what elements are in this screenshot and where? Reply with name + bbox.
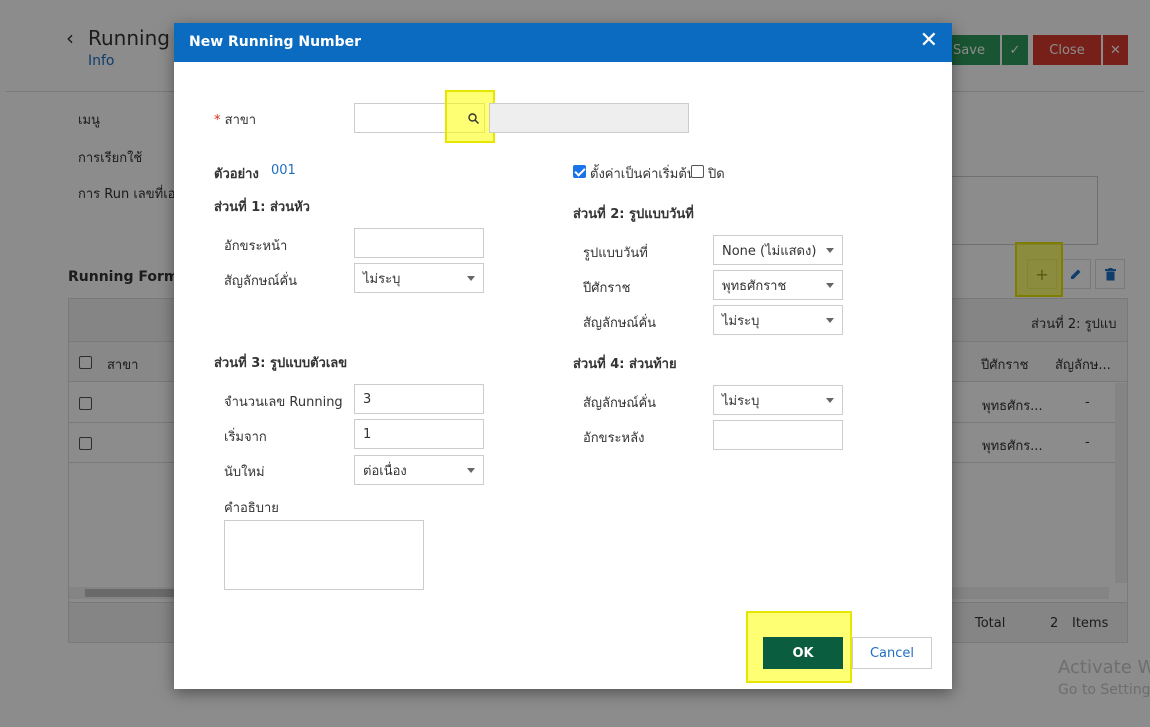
close-checkbox-label[interactable]: ปิด (708, 163, 725, 184)
digits-label: จำนวนเลข Running (224, 395, 343, 410)
description-label: คำอธิบาย (224, 501, 279, 516)
suffix-label: อักขระหลัง (583, 431, 645, 446)
date-format-label: รูปแบบวันที่ (583, 246, 648, 261)
example-label: ตัวอย่าง (214, 167, 259, 182)
default-checkbox[interactable] (573, 165, 586, 178)
part2-separator-label: สัญลักษณ์คั่น (583, 316, 657, 331)
suffix-input[interactable] (713, 420, 843, 450)
new-running-number-dialog: New Running Number ✕ * สาขา ตัวอย่าง 001… (174, 23, 952, 689)
part1-separator-value: ไม่ระบุ (363, 271, 401, 287)
era-value: พุทธศักราช (722, 278, 787, 294)
ok-button[interactable]: OK (763, 637, 843, 669)
default-checkbox-label[interactable]: ตั้งค่าเป็นค่าเริ่มต้น (590, 163, 696, 184)
cancel-button[interactable]: Cancel (852, 637, 932, 669)
date-format-value: None (ไม่แสดง) (722, 243, 817, 259)
era-select[interactable]: พุทธศักราช (713, 270, 843, 300)
part3-title: ส่วนที่ 3: รูปแบบตัวเลข (214, 356, 348, 371)
close-icon[interactable]: ✕ (920, 30, 938, 52)
part4-separator-value: ไม่ระบุ (722, 393, 760, 409)
reset-select[interactable]: ต่อเนื่อง (354, 455, 484, 485)
start-input[interactable]: 1 (354, 419, 484, 449)
part4-title: ส่วนที่ 4: ส่วนท้าย (573, 357, 677, 372)
era-label: ปีศักราช (583, 281, 631, 296)
branch-label: * สาขา (214, 109, 256, 130)
description-textarea[interactable] (224, 520, 424, 590)
prefix-label: อักขระหน้า (224, 239, 288, 254)
chevron-down-icon (467, 276, 475, 281)
close-checkbox[interactable] (691, 165, 704, 178)
part1-title: ส่วนที่ 1: ส่วนหัว (214, 200, 310, 215)
example-value: 001 (271, 163, 296, 178)
reset-label: นับใหม่ (224, 465, 265, 480)
reset-value: ต่อเนื่อง (363, 463, 407, 479)
chevron-down-icon (826, 248, 834, 253)
search-icon[interactable] (460, 104, 486, 132)
branch-name-display (489, 103, 689, 133)
prefix-input[interactable] (354, 228, 484, 258)
digits-input[interactable]: 3 (354, 384, 484, 414)
chevron-down-icon (826, 398, 834, 403)
part1-separator-select[interactable]: ไม่ระบุ (354, 263, 484, 293)
chevron-down-icon (467, 468, 475, 473)
part2-separator-value: ไม่ระบุ (722, 313, 760, 329)
branch-label-text: สาขา (224, 113, 257, 128)
date-format-select[interactable]: None (ไม่แสดง) (713, 235, 843, 265)
part4-separator-label: สัญลักษณ์คั่น (583, 396, 657, 411)
part4-separator-select[interactable]: ไม่ระบุ (713, 385, 843, 415)
start-label: เริ่มจาก (224, 430, 267, 445)
chevron-down-icon (826, 318, 834, 323)
part2-title: ส่วนที่ 2: รูปแบบวันที่ (573, 207, 694, 222)
dialog-header: New Running Number ✕ (174, 23, 952, 62)
part1-separator-label: สัญลักษณ์คั่น (224, 274, 298, 289)
dialog-title: New Running Number (189, 34, 362, 50)
chevron-down-icon (826, 283, 834, 288)
required-mark: * (214, 113, 221, 128)
part2-separator-select[interactable]: ไม่ระบุ (713, 305, 843, 335)
